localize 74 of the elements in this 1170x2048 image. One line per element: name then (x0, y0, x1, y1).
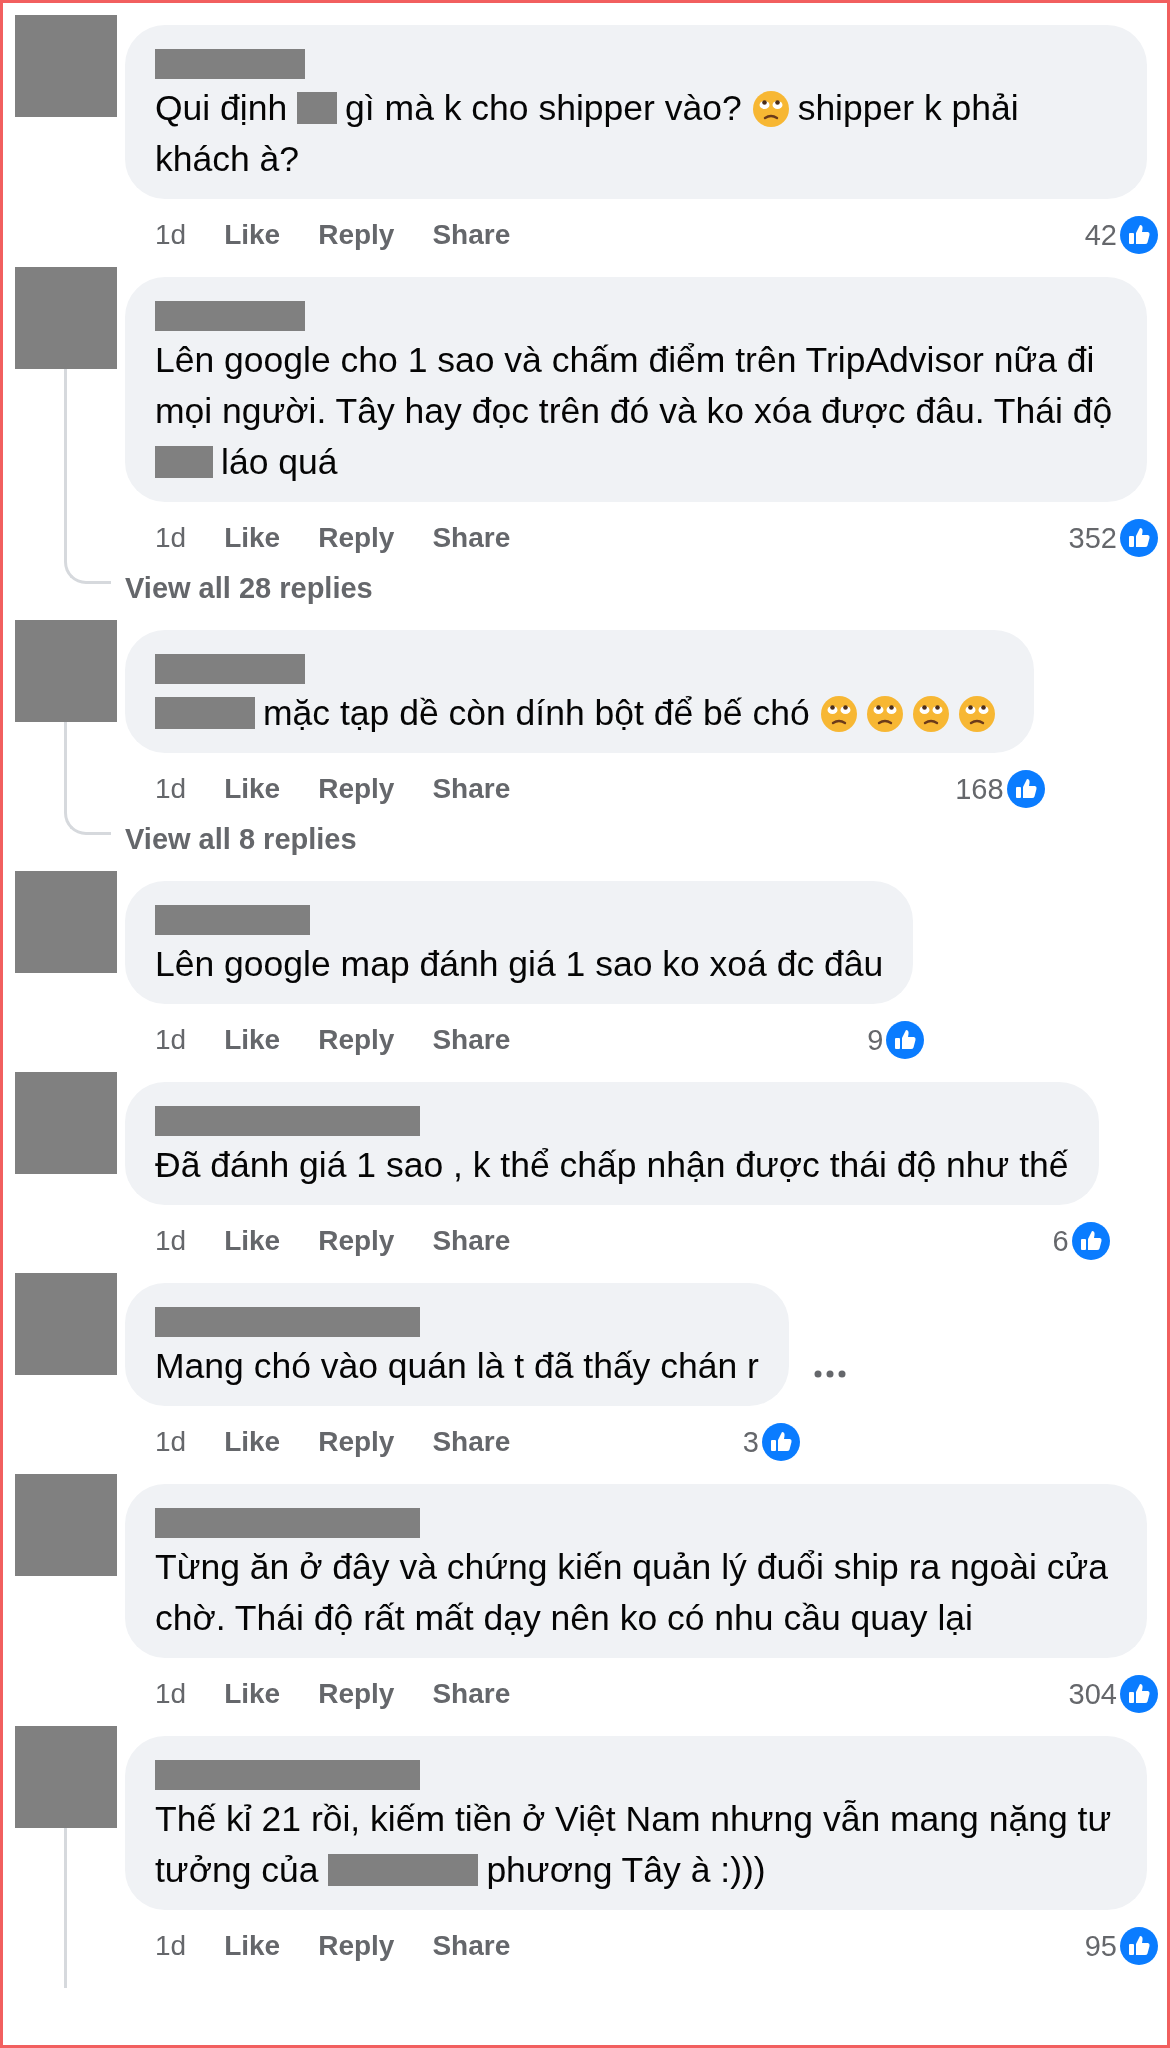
avatar[interactable] (15, 1474, 117, 1576)
comment-text: Lên google cho 1 sao và chấm điểm trên TripAdvisor nữa đi mọi người. Tây hay đọc trên đó và ko xóa được đâu. Thái độ láo quá (155, 339, 1114, 484)
comment-text: Đã đánh giá 1 sao , k thể chấp nhận được thái độ như thế (155, 1144, 1069, 1187)
comment-action[interactable]: Share (432, 1426, 511, 1458)
comment-action[interactable]: Share (432, 773, 511, 805)
avatar[interactable] (15, 1273, 117, 1375)
comment-text: Mang chó vào quán là t đã thấy chán r (155, 1345, 759, 1388)
comment-action[interactable]: Like (224, 522, 281, 554)
comment-action[interactable]: Reply (318, 1678, 395, 1710)
comment-time: 1d (155, 1678, 187, 1710)
view-replies-link[interactable]: View all 8 replies (125, 817, 357, 861)
like-count: 95 (1084, 1929, 1117, 1963)
emoji-icon (819, 695, 858, 733)
avatar[interactable] (15, 871, 117, 973)
comment-time: 1d (155, 1024, 187, 1056)
like-count: 352 (1068, 521, 1117, 555)
like-icon (1005, 769, 1046, 809)
like-count: 42 (1084, 218, 1117, 252)
comment-action[interactable]: Like (224, 219, 281, 251)
more-icon[interactable] (812, 1368, 847, 1379)
comment-action[interactable]: Like (224, 1426, 281, 1458)
comment-time: 1d (155, 1930, 187, 1962)
comment-action[interactable]: Reply (318, 219, 395, 251)
avatar[interactable] (15, 620, 117, 722)
comment-text: Lên google map đánh giá 1 sao ko xoá đc đâu (155, 943, 884, 986)
avatar[interactable] (15, 267, 117, 369)
like-count: 3 (742, 1425, 759, 1459)
like-icon (885, 1020, 926, 1060)
comment-action[interactable]: Share (432, 1930, 511, 1962)
like-count: 9 (867, 1023, 884, 1057)
like-count: 168 (955, 772, 1004, 806)
comment-text: Qui định gì mà k cho shipper vào? shipper k phải khách à? (155, 87, 1020, 181)
comment-text: mặc tạp dề còn dính bột để bế chó (155, 688, 1004, 739)
comment-text: Thế kỉ 21 rồi, kiếm tiền ở Việt Nam nhưng vẫn mang nặng tư tưởng của phương Tây à :))) (155, 1798, 1113, 1892)
comment-action[interactable]: Share (432, 219, 511, 251)
redaction-block (155, 446, 213, 478)
comment-action[interactable]: Like (224, 1024, 281, 1056)
emoji-icon (957, 695, 996, 733)
comment-action[interactable]: Like (224, 773, 281, 805)
comment-action[interactable]: Reply (318, 1930, 395, 1962)
like-icon (1119, 215, 1159, 255)
like-count: 304 (1068, 1677, 1117, 1711)
avatar[interactable] (15, 1726, 117, 1828)
view-replies-link[interactable]: View all 28 replies (125, 566, 373, 610)
comment-action[interactable]: Reply (318, 1024, 395, 1056)
comment-action[interactable]: Reply (318, 522, 395, 554)
like-icon (1119, 518, 1159, 558)
emoji-icon (911, 695, 950, 733)
avatar[interactable] (15, 1072, 117, 1174)
comment-time: 1d (155, 522, 187, 554)
comment-action[interactable]: Reply (318, 773, 395, 805)
comment-time: 1d (155, 773, 187, 805)
like-count: 6 (1052, 1224, 1069, 1258)
comment-time: 1d (155, 219, 187, 251)
comment-time: 1d (155, 1426, 187, 1458)
comment-action[interactable]: Share (432, 1225, 511, 1257)
emoji-icon (751, 90, 790, 128)
comment-time: 1d (155, 1225, 187, 1257)
like-icon (760, 1422, 801, 1462)
comment-text: Từng ăn ở đây và chứng kiến quản lý đuổi ship ra ngoài cửa chờ. Thái độ rất mất dạy nên ko có nhu cầu quay lại (155, 1546, 1110, 1640)
comment-action[interactable]: Like (224, 1930, 281, 1962)
comment-action[interactable]: Like (224, 1225, 281, 1257)
redaction-block (297, 92, 338, 124)
like-icon (1119, 1926, 1159, 1966)
comment-action[interactable]: Share (432, 1678, 511, 1710)
comment-action[interactable]: Reply (318, 1426, 395, 1458)
comment-action[interactable]: Like (224, 1678, 281, 1710)
comment-action[interactable]: Reply (318, 1225, 395, 1257)
comment-action[interactable]: Share (432, 522, 511, 554)
avatar[interactable] (15, 15, 117, 117)
like-icon (1119, 1674, 1159, 1714)
like-icon (1070, 1221, 1111, 1261)
comment-action[interactable]: Share (432, 1024, 511, 1056)
emoji-icon (865, 695, 904, 733)
